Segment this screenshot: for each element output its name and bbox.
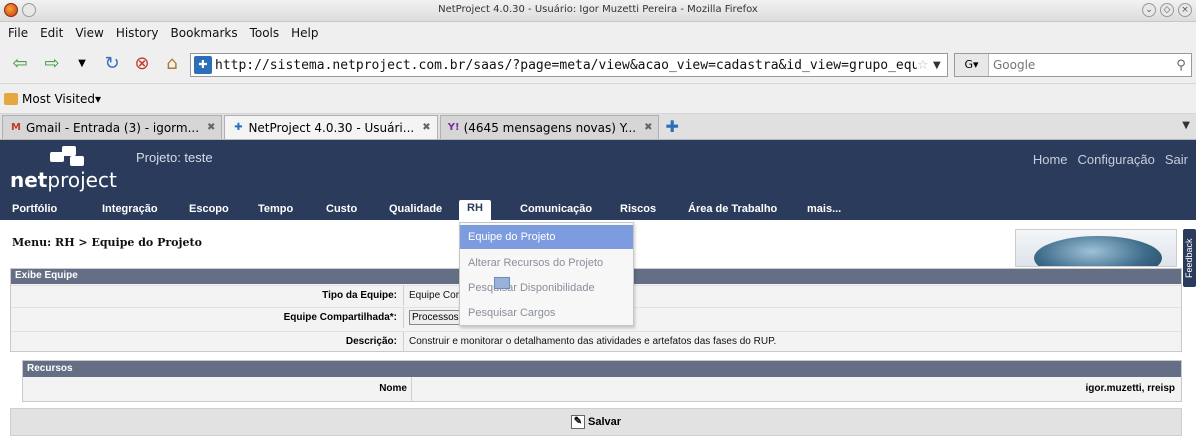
- close-icon[interactable]: ×: [1178, 3, 1192, 17]
- globe-image: [1034, 236, 1162, 266]
- menu-file[interactable]: File: [8, 26, 28, 40]
- nome-value: igor.muzetti, rreisp: [1085, 383, 1175, 394]
- history-dropdown-icon[interactable]: ▼: [70, 52, 94, 76]
- url-dropdown-icon[interactable]: ▼: [933, 60, 947, 71]
- gmail-icon: M: [11, 121, 21, 133]
- descricao-value: Construir e monitorar o detalhamento das…: [409, 336, 777, 347]
- tab-netproject[interactable]: ✚ NetProject 4.0.30 - Usuári... ✖: [224, 115, 438, 139]
- configuracao-link[interactable]: Configuração: [1078, 152, 1155, 167]
- nav-tempo[interactable]: Tempo: [258, 203, 293, 215]
- bookmark-star-icon[interactable]: ☆: [917, 58, 933, 73]
- window-titlebar: NetProject 4.0.30 - Usuário: Igor Muzett…: [0, 0, 1196, 22]
- nav-escopo[interactable]: Escopo: [189, 203, 229, 215]
- menu-help[interactable]: Help: [291, 26, 318, 40]
- url-bar[interactable]: ✚ http://sistema.netproject.com.br/saas/…: [190, 53, 948, 77]
- tab-close-icon[interactable]: ✖: [644, 122, 652, 133]
- forward-icon[interactable]: ⇨: [40, 52, 64, 76]
- menu-tools[interactable]: Tools: [250, 26, 280, 40]
- nav-area-de-trabalho[interactable]: Área de Trabalho: [688, 203, 777, 215]
- home-link[interactable]: Home: [1033, 152, 1068, 167]
- menu-edit[interactable]: Edit: [40, 26, 63, 40]
- tab-close-icon[interactable]: ✖: [422, 122, 430, 133]
- menu-item-pesquisar-disponibilidade[interactable]: Pesquisar Disponibilidade: [460, 276, 633, 300]
- tab-label: Gmail - Entrada (3) - igorm...: [26, 120, 200, 135]
- back-icon[interactable]: ⇦: [8, 52, 32, 76]
- search-icon[interactable]: ⚲: [1171, 58, 1191, 73]
- descricao-label: Descrição:: [345, 336, 397, 347]
- tab-bar: M Gmail - Entrada (3) - igorm... ✖ ✚ Net…: [0, 114, 1196, 140]
- netproject-logo[interactable]: netproject: [10, 144, 130, 194]
- search-box[interactable]: G▾ ⚲: [954, 53, 1192, 77]
- menu-history[interactable]: History: [116, 26, 159, 40]
- sair-link[interactable]: Sair: [1165, 152, 1188, 167]
- stop-icon[interactable]: ⊗: [130, 52, 154, 76]
- home-icon[interactable]: ⌂: [160, 52, 184, 76]
- nav-portfolio[interactable]: Portfólio: [12, 203, 57, 215]
- search-engine-icon[interactable]: G▾: [955, 54, 989, 76]
- menu-item-equipe-do-projeto[interactable]: Equipe do Projeto: [460, 225, 633, 249]
- nav-custo[interactable]: Custo: [326, 203, 357, 215]
- bookmarks-toolbar: Most Visited▾: [0, 84, 1196, 114]
- tipo-equipe-value: Equipe Cor: [409, 290, 460, 301]
- tab-gmail[interactable]: M Gmail - Entrada (3) - igorm... ✖: [2, 115, 223, 139]
- save-label: Salvar: [587, 416, 622, 428]
- reload-icon[interactable]: ↻: [100, 52, 124, 76]
- tipo-equipe-label: Tipo da Equipe:: [322, 290, 397, 301]
- descricao-row: Descrição: Construir e monitorar o detal…: [11, 331, 1181, 352]
- tab-close-icon[interactable]: ✖: [207, 122, 215, 133]
- nav-riscos[interactable]: Riscos: [620, 203, 656, 215]
- menu-bar: File Edit View History Bookmarks Tools H…: [0, 22, 1196, 44]
- save-bar: ✎ Salvar: [10, 408, 1182, 436]
- rh-dropdown-menu: Equipe do Projeto Alterar Recursos do Pr…: [459, 222, 634, 326]
- nome-label: Nome: [379, 383, 407, 394]
- nav-integracao[interactable]: Integração: [102, 203, 158, 215]
- nav-comunicacao[interactable]: Comunicação: [520, 203, 592, 215]
- cursor-overlay-icon: [494, 277, 510, 289]
- edit-pencil-icon: ✎: [570, 415, 585, 429]
- menu-view[interactable]: View: [75, 26, 103, 40]
- url-text[interactable]: http://sistema.netproject.com.br/saas/?p…: [215, 58, 917, 73]
- maximize-icon[interactable]: ◇: [1160, 3, 1174, 17]
- equipe-compartilhada-label: Equipe Compartilhada*:: [283, 312, 397, 323]
- menu-bookmarks[interactable]: Bookmarks: [171, 26, 238, 40]
- netproject-icon: ✚: [234, 121, 243, 133]
- nav-rh[interactable]: RH: [459, 200, 491, 222]
- tab-label: (4645 mensagens novas) Y...: [463, 120, 637, 135]
- window-title: NetProject 4.0.30 - Usuário: Igor Muzett…: [438, 4, 758, 15]
- tab-label: NetProject 4.0.30 - Usuári...: [248, 120, 415, 135]
- nav-mais[interactable]: mais...: [807, 203, 841, 215]
- breadcrumb: Menu: RH > Equipe do Projeto: [12, 236, 202, 249]
- site-favicon-icon: ✚: [194, 56, 212, 74]
- project-name: Projeto: teste: [136, 150, 213, 165]
- feedback-tab[interactable]: Feedback: [1183, 229, 1196, 287]
- most-visited-button[interactable]: Most Visited▾: [22, 92, 101, 106]
- logo-mark-icon: [50, 146, 86, 168]
- navigation-toolbar: ⇦ ⇨ ▼ ↻ ⊗ ⌂ ✚ http://sistema.netproject.…: [0, 44, 1196, 84]
- nav-qualidade[interactable]: Qualidade: [389, 203, 442, 215]
- new-tab-icon[interactable]: ✚: [665, 115, 678, 139]
- top-links: Home Configuração Sair: [1033, 152, 1188, 167]
- minimize-icon[interactable]: ⌄: [1142, 3, 1156, 17]
- tab-yahoo[interactable]: Y! (4645 mensagens novas) Y... ✖: [439, 115, 660, 139]
- search-input[interactable]: [989, 58, 1171, 72]
- save-button[interactable]: ✎ Salvar: [570, 415, 622, 429]
- recursos-panel: Recursos Nome igor.muzetti, rreisp: [22, 360, 1182, 402]
- yahoo-icon: Y!: [447, 121, 460, 133]
- globe-banner: [1015, 229, 1177, 267]
- menu-item-alterar-recursos[interactable]: Alterar Recursos do Projeto: [460, 251, 633, 275]
- app-header: netproject Projeto: teste Home Configura…: [0, 140, 1196, 222]
- logo-text: netproject: [10, 168, 117, 192]
- menu-item-pesquisar-cargos[interactable]: Pesquisar Cargos: [460, 301, 633, 325]
- window-controls: ⌄ ◇ ×: [1142, 3, 1192, 17]
- folder-icon: [4, 92, 18, 105]
- tab-list-icon[interactable]: ▼: [1182, 120, 1190, 131]
- panel-title: Recursos: [23, 361, 1181, 377]
- main-nav: Portfólio Integração Escopo Tempo Custo …: [0, 200, 1196, 222]
